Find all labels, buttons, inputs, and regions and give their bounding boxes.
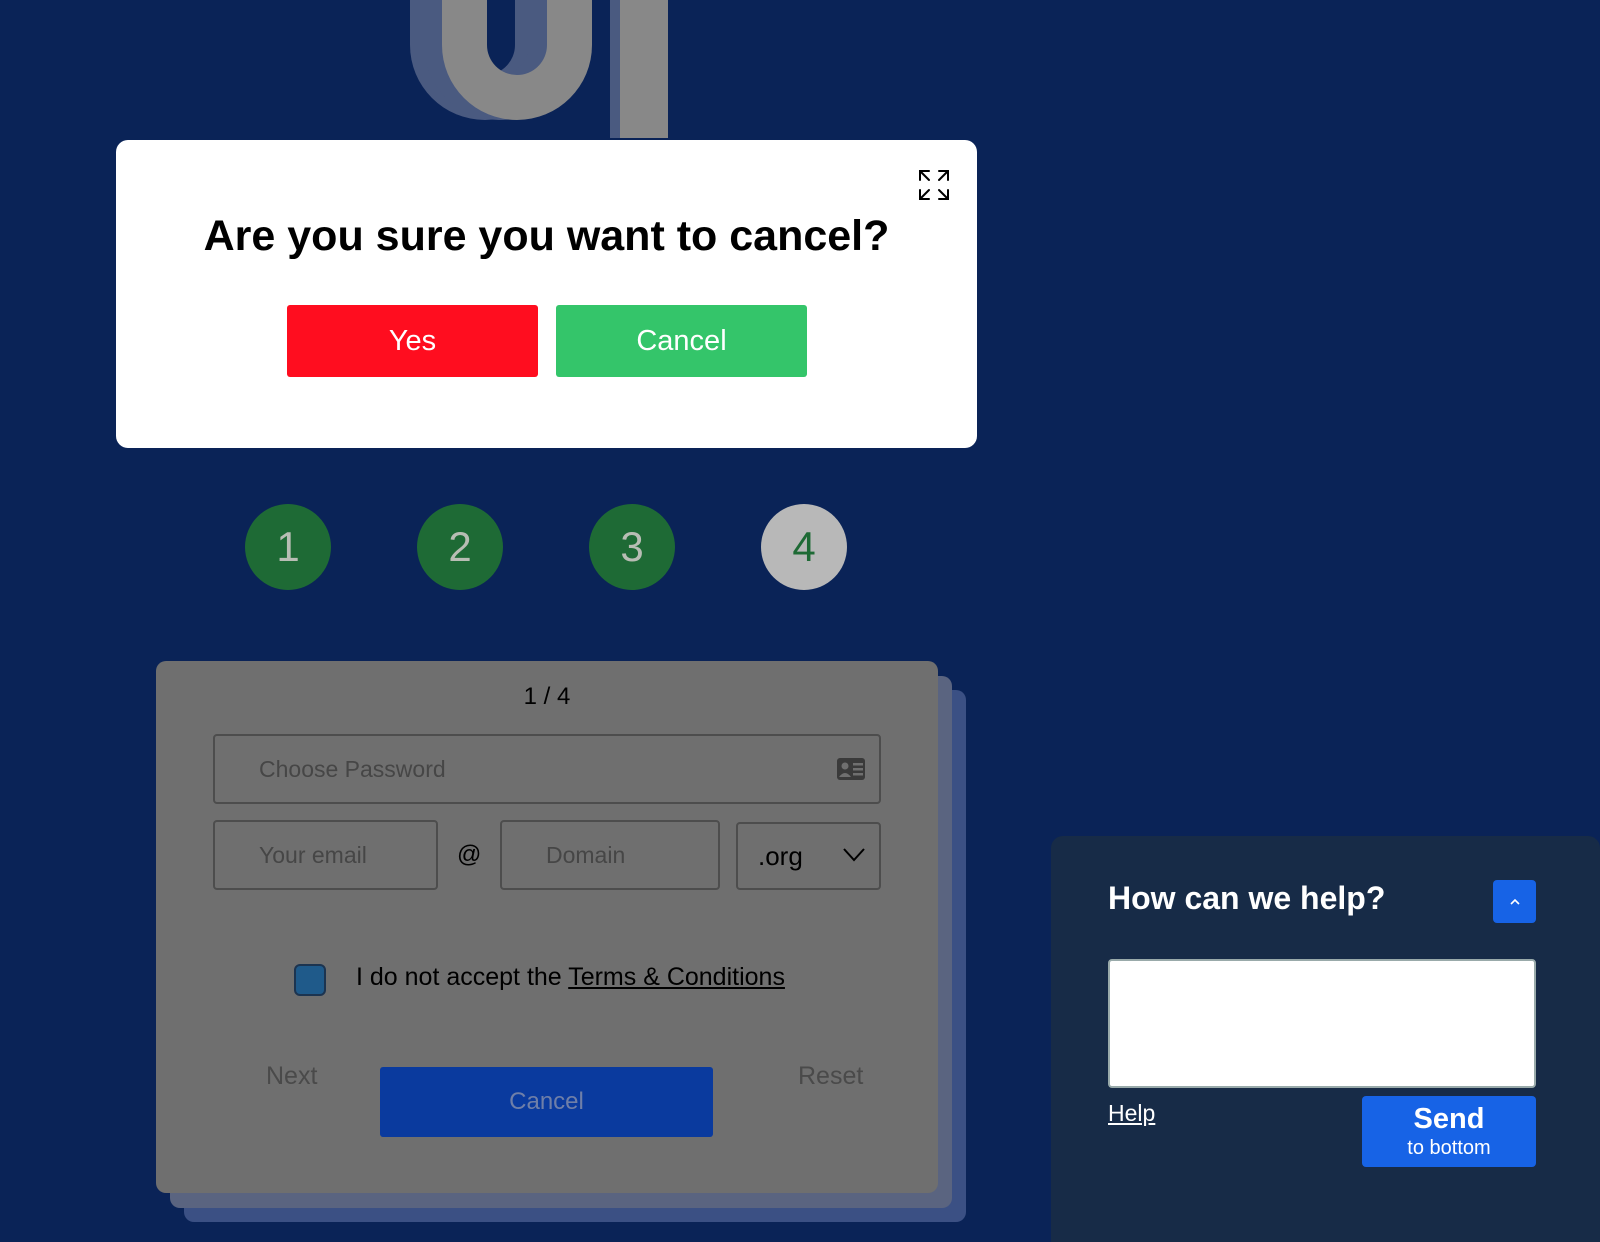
page-indicator: 1 / 4 xyxy=(523,683,571,710)
yes-button[interactable]: Yes xyxy=(287,305,538,377)
modal-title: Are you sure you want to cancel? xyxy=(203,212,890,260)
next-button[interactable]: Next xyxy=(260,1061,323,1092)
expand-icon[interactable] xyxy=(917,168,951,202)
logo xyxy=(410,0,670,140)
send-sublabel: to bottom xyxy=(1407,1136,1491,1159)
password-input[interactable] xyxy=(213,734,881,804)
modal-cancel-button[interactable]: Cancel xyxy=(556,305,807,377)
help-widget: How can we help? Help Send to bottom xyxy=(1051,836,1600,1242)
domain-input[interactable] xyxy=(500,820,720,890)
step-3[interactable]: 3 xyxy=(589,504,675,590)
tld-select[interactable]: .org xyxy=(736,822,881,890)
terms-label: I do not accept the Terms & Conditions xyxy=(356,963,785,992)
help-title: How can we help? xyxy=(1108,880,1386,916)
step-1[interactable]: 1 xyxy=(245,504,331,590)
help-link[interactable]: Help xyxy=(1108,1100,1155,1127)
form-cancel-button[interactable]: Cancel xyxy=(380,1067,713,1137)
help-collapse-button[interactable] xyxy=(1493,880,1536,923)
confirm-cancel-modal: Are you sure you want to cancel? Yes Can… xyxy=(116,140,977,448)
send-button[interactable]: Send to bottom xyxy=(1362,1096,1536,1167)
terms-prefix: I do not accept the xyxy=(356,963,569,991)
chevron-down-icon xyxy=(843,848,865,862)
step-4[interactable]: 4 xyxy=(761,504,847,590)
contact-card-icon[interactable] xyxy=(836,757,866,781)
at-symbol: @ xyxy=(457,841,482,868)
email-input[interactable] xyxy=(213,820,438,890)
signup-form-card: 1 / 4 @ .org I do not accept the Terms &… xyxy=(156,661,938,1193)
terms-link[interactable]: Terms & Conditions xyxy=(568,963,785,991)
tld-selected-value: .org xyxy=(758,841,803,871)
terms-checkbox[interactable] xyxy=(294,964,326,996)
chevron-up-icon xyxy=(1509,898,1520,905)
reset-button[interactable]: Reset xyxy=(792,1061,869,1092)
send-label: Send xyxy=(1413,1102,1485,1135)
help-message-input[interactable] xyxy=(1108,959,1536,1088)
step-2[interactable]: 2 xyxy=(417,504,503,590)
logo-letter-i xyxy=(620,0,668,138)
